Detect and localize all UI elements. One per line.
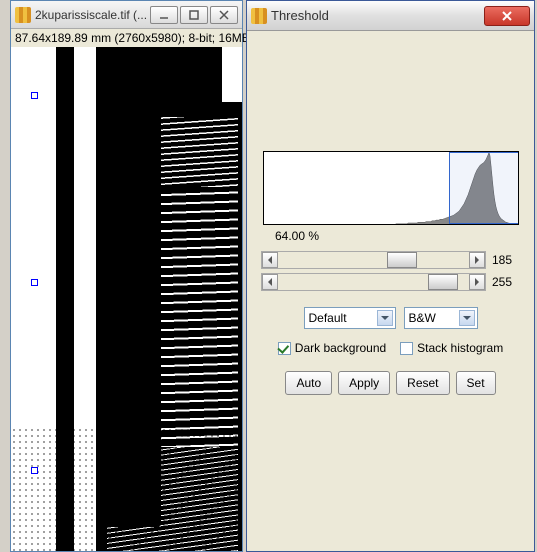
- display-combo[interactable]: B&W: [404, 307, 478, 329]
- roi-handle[interactable]: [31, 467, 38, 474]
- arrow-right-icon[interactable]: [469, 274, 485, 290]
- image-canvas[interactable]: [11, 47, 242, 551]
- max-slider-row: 255: [261, 273, 520, 291]
- histogram: [263, 151, 519, 225]
- min-slider[interactable]: [261, 251, 486, 269]
- chevron-down-icon[interactable]: [377, 310, 393, 326]
- arrow-right-icon[interactable]: [469, 252, 485, 268]
- dark-background-checkbox[interactable]: Dark background: [278, 341, 386, 355]
- checkbox-icon: [278, 342, 291, 355]
- max-value: 255: [492, 275, 520, 289]
- set-button[interactable]: Set: [456, 371, 496, 395]
- roi-handle[interactable]: [31, 92, 38, 99]
- stack-histogram-label: Stack histogram: [417, 341, 503, 355]
- roi-handle[interactable]: [31, 279, 38, 286]
- apply-button[interactable]: Apply: [338, 371, 390, 395]
- min-value: 185: [492, 253, 520, 267]
- max-slider[interactable]: [261, 273, 486, 291]
- dark-background-label: Dark background: [295, 341, 386, 355]
- maximize-button[interactable]: [180, 6, 208, 24]
- auto-button[interactable]: Auto: [285, 371, 332, 395]
- display-value: B&W: [409, 311, 459, 325]
- method-value: Default: [309, 311, 377, 325]
- threshold-titlebar[interactable]: Threshold: [247, 1, 534, 31]
- stack-histogram-checkbox[interactable]: Stack histogram: [400, 341, 503, 355]
- minimize-button[interactable]: [150, 6, 178, 24]
- reset-button[interactable]: Reset: [396, 371, 449, 395]
- threshold-title: Threshold: [271, 8, 484, 23]
- slider-thumb[interactable]: [387, 252, 417, 268]
- image-info-bar: 87.64x189.89 mm (2760x5980); 8-bit; 16MB: [11, 29, 242, 47]
- min-slider-row: 185: [261, 251, 520, 269]
- close-button[interactable]: [484, 6, 530, 26]
- imagej-icon: [15, 7, 31, 23]
- image-titlebar[interactable]: 2kuparissiscale.tif (...: [11, 1, 242, 29]
- arrow-left-icon[interactable]: [262, 252, 278, 268]
- image-window: 2kuparissiscale.tif (... 87.64x189.89 mm…: [10, 0, 243, 552]
- method-combo[interactable]: Default: [304, 307, 396, 329]
- threshold-window: Threshold 64.00 % 185 255: [246, 0, 535, 552]
- arrow-left-icon[interactable]: [262, 274, 278, 290]
- image-title: 2kuparissiscale.tif (...: [35, 8, 150, 22]
- checkbox-icon: [400, 342, 413, 355]
- slider-thumb[interactable]: [428, 274, 458, 290]
- histogram-selection: [449, 152, 519, 224]
- close-button[interactable]: [210, 6, 238, 24]
- imagej-icon: [251, 8, 267, 24]
- threshold-percent: 64.00 %: [261, 229, 520, 243]
- chevron-down-icon[interactable]: [459, 310, 475, 326]
